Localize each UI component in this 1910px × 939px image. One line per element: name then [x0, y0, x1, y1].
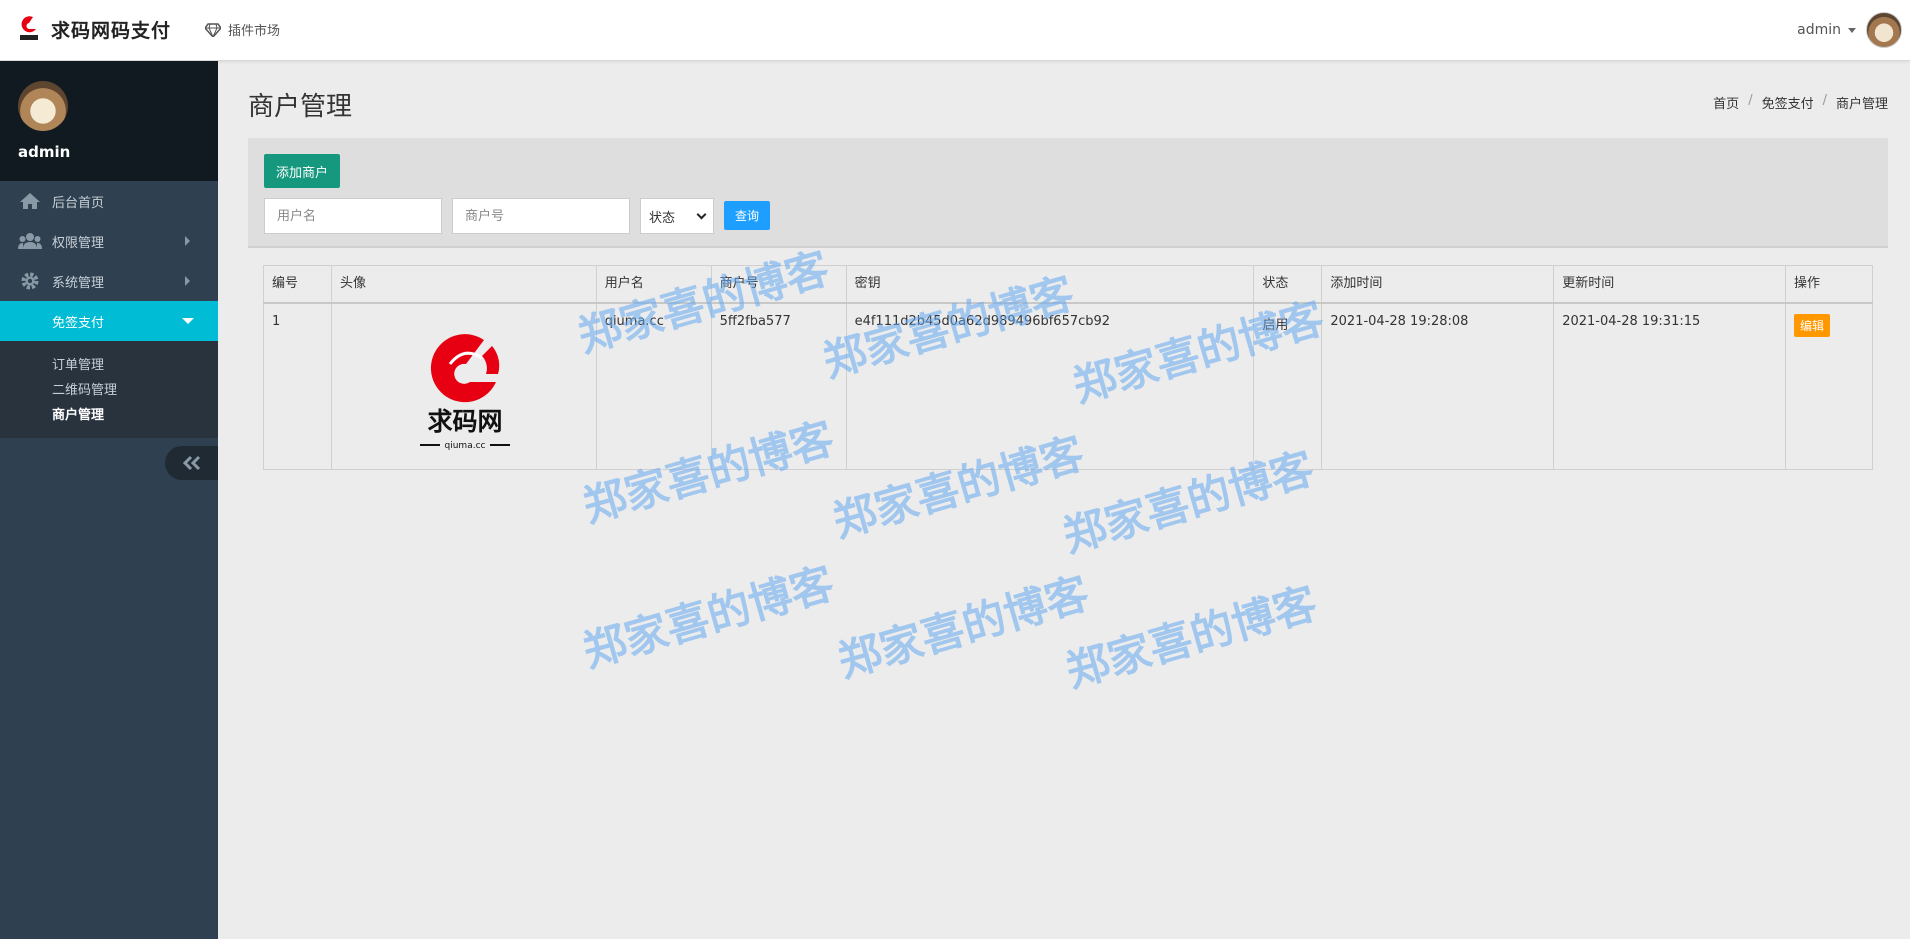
cell-secret: e4f111d2b45d0a62d989496bf657cb92 [845, 302, 1255, 470]
submenu-free-pay: 订单管理 二维码管理 商户管理 [0, 341, 218, 438]
caret-down-icon [1848, 27, 1856, 33]
status-select-value: 状态 [649, 210, 676, 226]
cell-updated: 2021-04-28 19:31:15 [1553, 302, 1786, 470]
merchant-table: 编号 头像 用户名 商户号 密钥 状态 添加时间 更新时间 操作 1 求码网 q… [263, 265, 1873, 470]
users-icon [18, 231, 42, 251]
column-header: 状态 [1253, 265, 1323, 304]
collapse-sidebar-button[interactable] [165, 446, 218, 480]
plugin-market-link[interactable]: 插件市场 [205, 20, 280, 39]
column-header: 密钥 [845, 265, 1255, 304]
brand[interactable]: 求码网码支付 [18, 14, 171, 44]
sidebar-profile: admin [0, 61, 218, 181]
sidebar-item-label: 权限管理 [52, 235, 105, 251]
merchant-no-input[interactable] [452, 198, 630, 234]
merchant-logo-text: 求码网 [427, 407, 502, 436]
column-header: 操作 [1785, 265, 1873, 304]
sidebar-item-system[interactable]: 系统管理 [0, 261, 218, 301]
column-header: 头像 [330, 265, 597, 304]
query-button[interactable]: 查询 [724, 201, 771, 230]
home-icon [18, 191, 42, 211]
brand-logo-icon [20, 16, 38, 40]
merchant-logo-image: 求码网 qiuma.cc [419, 334, 510, 451]
sidebar-item-permissions[interactable]: 权限管理 [0, 221, 218, 261]
merchant-logo-subtext: qiuma.cc [444, 441, 485, 451]
cell-actions: 编辑 [1785, 302, 1873, 470]
cell-username: qiuma.cc [595, 302, 712, 470]
sidebar-item-dashboard[interactable]: 后台首页 [0, 181, 218, 221]
column-header: 编号 [263, 265, 332, 304]
sidebar-item-free-pay[interactable]: 免签支付 [0, 301, 218, 341]
watermark-text: 郑家喜的博客 [577, 558, 840, 678]
add-merchant-button[interactable]: 添加商户 [264, 154, 341, 188]
cell-created: 2021-04-28 19:28:08 [1321, 302, 1555, 470]
username-input[interactable] [264, 198, 442, 234]
breadcrumb: 首页 / 免签支付 / 商户管理 [1713, 93, 1888, 112]
sidebar-item-label: 后台首页 [52, 195, 105, 211]
breadcrumb-separator: / [1822, 93, 1827, 108]
chevron-down-icon [696, 209, 707, 219]
profile-name: admin [18, 143, 71, 161]
profile-avatar[interactable] [18, 81, 68, 131]
column-header: 更新时间 [1553, 265, 1786, 304]
submenu-item-merchants[interactable]: 商户管理 [0, 403, 218, 428]
chevron-right-icon [185, 236, 190, 246]
menu-item-spacer [18, 311, 42, 331]
breadcrumb-current: 商户管理 [1835, 97, 1888, 112]
plugin-market-label: 插件市场 [228, 24, 281, 39]
status-select[interactable]: 状态 [640, 198, 714, 234]
watermark-text: 郑家喜的博客 [1060, 578, 1323, 698]
breadcrumb-free-pay[interactable]: 免签支付 [1762, 93, 1814, 112]
cell-id: 1 [263, 302, 332, 470]
edit-button[interactable]: 编辑 [1794, 314, 1831, 337]
user-menu[interactable]: admin [1797, 12, 1902, 48]
breadcrumb-separator: / [1748, 93, 1753, 108]
submenu-item-orders[interactable]: 订单管理 [0, 353, 218, 378]
user-name: admin [1797, 22, 1841, 38]
table-row: 1 求码网 qiuma.cc qiuma.cc 5ff2fba577 e4f11… [263, 302, 1873, 470]
sidebar-item-label: 系统管理 [52, 275, 105, 291]
brand-title: 求码网码支付 [51, 19, 172, 42]
chevron-right-icon [185, 276, 190, 286]
cell-avatar: 求码网 qiuma.cc [330, 302, 597, 470]
column-header: 添加时间 [1321, 265, 1555, 304]
avatar[interactable] [1866, 12, 1902, 48]
double-chevron-left-icon [182, 455, 200, 471]
cell-merchant-no: 5ff2fba577 [710, 302, 847, 470]
sidebar: admin 后台首页 权限管理 系统管理 免签支付 订单管理 二维码管理 商户管… [0, 61, 218, 939]
page-title: 商户管理 [248, 92, 353, 122]
column-header: 用户名 [595, 265, 712, 304]
sidebar-item-label: 免签支付 [52, 315, 105, 331]
watermark-text: 郑家喜的博客 [832, 568, 1095, 688]
submenu-item-qrcodes[interactable]: 二维码管理 [0, 378, 218, 403]
cell-status: 启用 [1253, 302, 1323, 470]
caret-down-icon [182, 318, 194, 324]
diamond-icon [205, 22, 221, 37]
search-toolbar: 添加商户 状态 查询 [248, 138, 1888, 248]
gear-icon [18, 271, 42, 291]
column-header: 商户号 [710, 265, 847, 304]
breadcrumb-home[interactable]: 首页 [1713, 93, 1739, 112]
table-header-row: 编号 头像 用户名 商户号 密钥 状态 添加时间 更新时间 操作 [263, 265, 1873, 304]
top-bar: 求码网码支付 插件市场 admin [0, 0, 1910, 61]
